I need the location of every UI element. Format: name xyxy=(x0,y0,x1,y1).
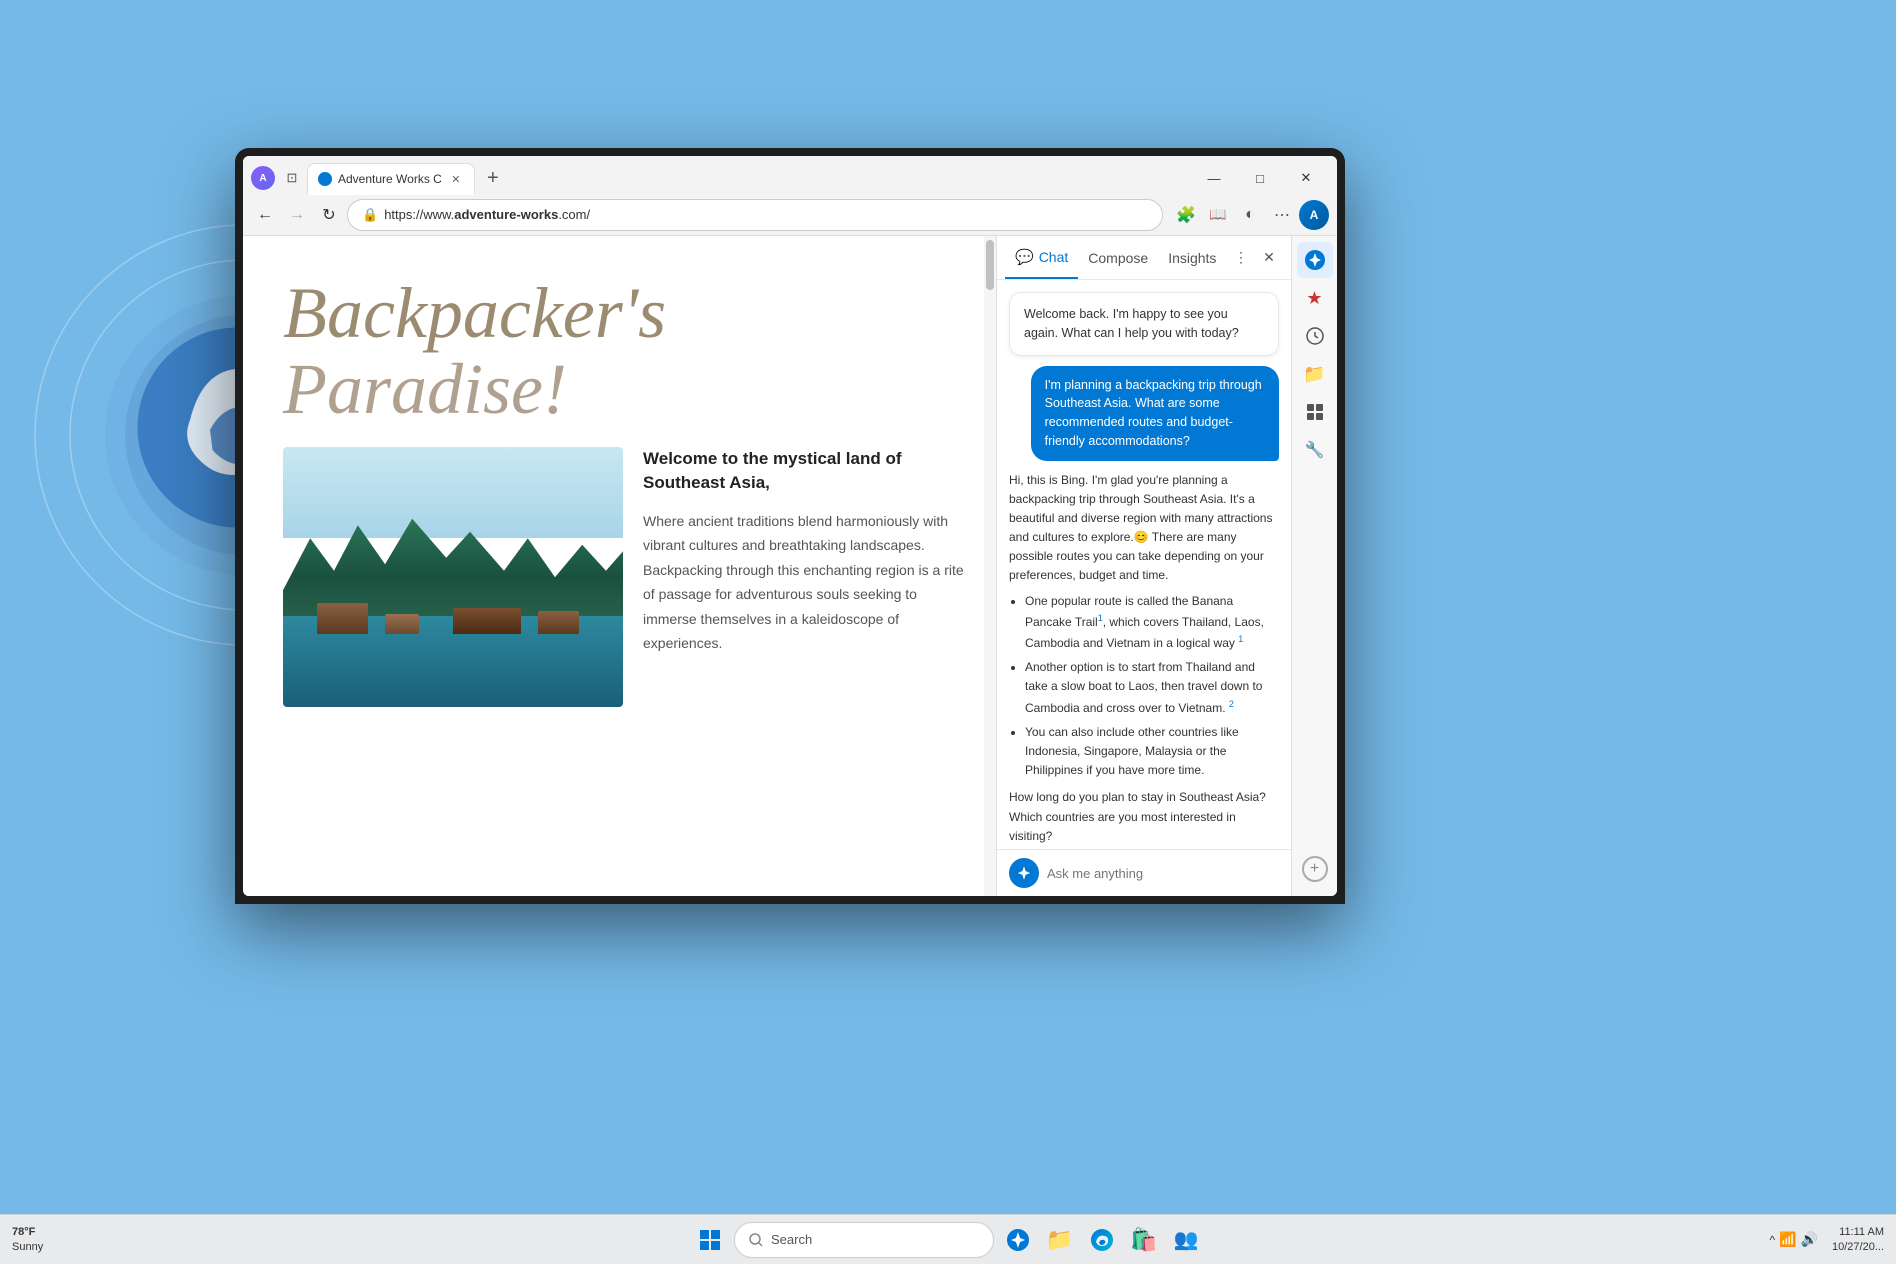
taskbar-icon-store[interactable]: 🛍️ xyxy=(1126,1222,1162,1258)
sidebar-icon-history[interactable] xyxy=(1297,318,1333,354)
sidebar-icon-apps[interactable] xyxy=(1297,394,1333,430)
ai-response-outro: How long do you plan to stay in Southeas… xyxy=(1009,788,1279,846)
tab-bar: A ⊡ Adventure Works C ✕ + — □ ✕ xyxy=(243,156,1337,194)
bing-copilot-icon xyxy=(1009,858,1039,888)
maximize-button[interactable]: □ xyxy=(1237,162,1283,194)
back-button[interactable]: ← xyxy=(251,201,279,229)
chat-input[interactable] xyxy=(1047,866,1279,881)
search-icon xyxy=(749,1233,763,1247)
hero-section: Backpacker's Paradise! xyxy=(243,236,996,437)
webpage: Backpacker's Paradise! xyxy=(243,236,996,896)
ai-response: Hi, this is Bing. I'm glad you're planni… xyxy=(1009,471,1279,846)
start-button[interactable] xyxy=(692,1222,728,1258)
weather-condition: Sunny xyxy=(12,1240,62,1254)
active-tab[interactable]: Adventure Works C ✕ xyxy=(307,163,475,195)
sidebar-more-button[interactable]: ⋮ xyxy=(1227,244,1255,272)
browser-content: Backpacker's Paradise! xyxy=(243,236,1337,896)
page-title-line1: Backpacker's xyxy=(283,276,956,352)
scroll-track[interactable] xyxy=(984,236,996,896)
clock-time: 11:11 AM xyxy=(1824,1225,1884,1239)
url-text: https://www.adventure-works.com/ xyxy=(384,207,590,222)
tab-label: Adventure Works C xyxy=(338,172,442,186)
sidebar-icon-favorites[interactable]: ★ xyxy=(1297,280,1333,316)
sidebar-close-button[interactable]: ✕ xyxy=(1255,244,1283,272)
taskbar-icon-files[interactable]: 📁 xyxy=(1042,1222,1078,1258)
ai-response-list: One popular route is called the Banana P… xyxy=(1009,592,1279,781)
tab-favicon-dot xyxy=(318,172,332,186)
bing-sidebar: 💬 Chat Compose Insights ⋮ ✕ xyxy=(996,236,1291,896)
clock[interactable]: 11:11 AM 10/27/20... xyxy=(1824,1225,1884,1254)
ai-response-intro: Hi, this is Bing. I'm glad you're planni… xyxy=(1009,471,1279,586)
lock-icon: 🔒 xyxy=(362,207,378,223)
welcome-text: Welcome back. I'm happy to see you again… xyxy=(1024,307,1239,340)
taskbar-center: Search 📁 🛍️ 👥 xyxy=(692,1222,1204,1258)
taskbar-search[interactable]: Search xyxy=(734,1222,994,1258)
sidebar-icon-add[interactable]: + xyxy=(1302,856,1328,882)
compose-tab-label: Compose xyxy=(1088,250,1148,266)
chat-icon: 💬 xyxy=(1015,248,1034,266)
chat-input-area xyxy=(997,849,1291,896)
clock-date: 10/27/20... xyxy=(1824,1240,1884,1254)
browser-actions: 🧩 📖 ◐ ⋯ A xyxy=(1171,200,1329,230)
user-message-text: I'm planning a backpacking trip through … xyxy=(1045,378,1262,448)
welcome-message: Welcome back. I'm happy to see you again… xyxy=(1009,292,1279,356)
menu-button[interactable]: ⋯ xyxy=(1267,200,1297,230)
close-button[interactable]: ✕ xyxy=(1283,162,1329,194)
scroll-thumb[interactable] xyxy=(986,240,994,290)
search-placeholder: Search xyxy=(771,1232,812,1247)
volume-icon[interactable]: 🔊 xyxy=(1801,1231,1818,1248)
network-icon[interactable]: 📶 xyxy=(1779,1231,1796,1248)
taskbar: 78°F Sunny Search xyxy=(0,1214,1896,1264)
url-bar[interactable]: 🔒 https://www.adventure-works.com/ xyxy=(347,199,1163,231)
tab-chat[interactable]: 💬 Chat xyxy=(1005,236,1078,279)
tab-insights[interactable]: Insights xyxy=(1158,236,1226,279)
profile-nav-button[interactable]: A xyxy=(1299,200,1329,230)
page-body: Where ancient traditions blend harmoniou… xyxy=(643,509,964,656)
window-controls: — □ ✕ xyxy=(1191,162,1329,194)
minimize-button[interactable]: — xyxy=(1191,162,1237,194)
bullet-3: You can also include other countries lik… xyxy=(1025,723,1279,781)
tab-close-button[interactable]: ✕ xyxy=(448,171,464,187)
chevron-icon[interactable]: ^ xyxy=(1769,1233,1775,1247)
browser-window: A ⊡ Adventure Works C ✕ + — □ ✕ ← → ↻ xyxy=(243,156,1337,896)
profile-icon[interactable]: A xyxy=(251,166,275,190)
laptop-frame: A ⊡ Adventure Works C ✕ + — □ ✕ ← → ↻ xyxy=(235,148,1345,904)
reading-view-button[interactable]: 📖 xyxy=(1203,200,1233,230)
content-section: Welcome to the mystical land of Southeas… xyxy=(243,437,996,737)
taskbar-icon-edge[interactable] xyxy=(1084,1222,1120,1258)
forward-button[interactable]: → xyxy=(283,201,311,229)
taskbar-icon-bing[interactable] xyxy=(1000,1222,1036,1258)
insights-tab-label: Insights xyxy=(1168,250,1216,266)
tab-list-button[interactable]: ⊡ xyxy=(281,167,303,189)
tab-compose[interactable]: Compose xyxy=(1078,236,1158,279)
description-section: Welcome to the mystical land of Southeas… xyxy=(643,447,976,707)
new-tab-button[interactable]: + xyxy=(479,164,507,192)
sidebar-icon-bing[interactable] xyxy=(1297,242,1333,278)
bullet-2: Another option is to start from Thailand… xyxy=(1025,658,1279,718)
chat-tab-label: Chat xyxy=(1039,249,1069,265)
sidebar-icon-collections[interactable]: 📁 xyxy=(1297,356,1333,392)
refresh-button[interactable]: ↻ xyxy=(315,201,343,229)
temperature: 78°F xyxy=(12,1225,62,1239)
weather-widget[interactable]: 78°F Sunny xyxy=(12,1225,62,1254)
address-bar: ← → ↻ 🔒 https://www.adventure-works.com/… xyxy=(243,194,1337,236)
system-tray: ^ 📶 🔊 11:11 AM 10/27/20... xyxy=(1769,1225,1884,1254)
page-title-line2: Paradise! xyxy=(283,352,956,428)
user-message: I'm planning a backpacking trip through … xyxy=(1031,366,1279,461)
bullet-1: One popular route is called the Banana P… xyxy=(1025,592,1279,654)
chat-messages: Welcome back. I'm happy to see you again… xyxy=(997,280,1291,849)
copilot-button[interactable]: ◐ xyxy=(1235,200,1265,230)
taskbar-icon-teams[interactable]: 👥 xyxy=(1168,1222,1204,1258)
page-subtitle: Welcome to the mystical land of Southeas… xyxy=(643,447,964,495)
system-icons: ^ 📶 🔊 xyxy=(1769,1231,1818,1248)
destination-image xyxy=(283,447,623,707)
edge-sidebar-icons: ★ 📁 xyxy=(1291,236,1337,896)
sidebar-icon-tools[interactable]: 🔧 xyxy=(1297,432,1333,468)
sidebar-tab-bar: 💬 Chat Compose Insights ⋮ ✕ xyxy=(997,236,1291,280)
extensions-button[interactable]: 🧩 xyxy=(1171,200,1201,230)
